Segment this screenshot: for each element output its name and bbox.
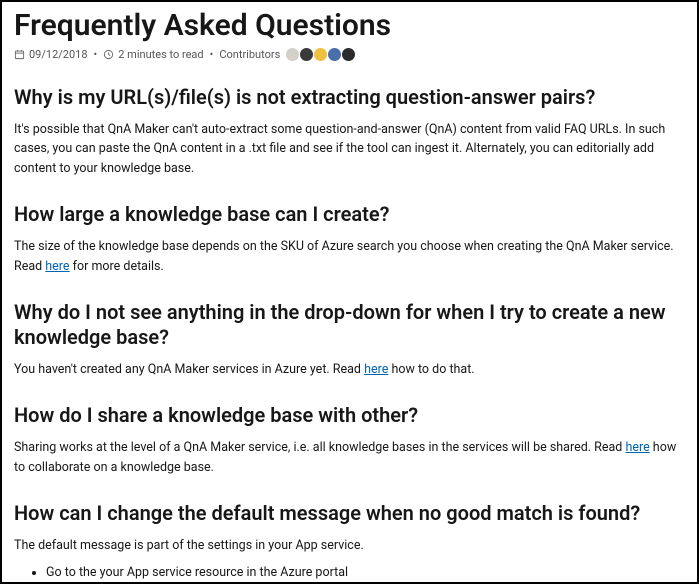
faq-item: Why do I not see anything in the drop-do… xyxy=(14,300,685,379)
meta-separator: • xyxy=(210,48,214,61)
meta-contributors-label: Contributors xyxy=(219,48,280,61)
calendar-icon xyxy=(14,49,25,60)
faq-steps-list: Go to the your App service resource in t… xyxy=(14,563,685,582)
faq-question: How can I change the default message whe… xyxy=(14,501,685,526)
faq-answer: You haven't created any QnA Maker servic… xyxy=(14,360,685,379)
clock-icon xyxy=(103,49,114,60)
meta-readtime: 2 minutes to read xyxy=(118,48,203,61)
page-metadata: 09/12/2018 • 2 minutes to read • Contrib… xyxy=(14,48,685,61)
faq-answer: The size of the knowledge base depends o… xyxy=(14,237,685,276)
faq-question: How do I share a knowledge base with oth… xyxy=(14,403,685,428)
faq-item: How do I share a knowledge base with oth… xyxy=(14,403,685,477)
faq-answer: The default message is part of the setti… xyxy=(14,536,685,555)
faq-question: Why do I not see anything in the drop-do… xyxy=(14,300,685,350)
avatar[interactable] xyxy=(328,48,341,61)
avatar[interactable] xyxy=(286,48,299,61)
link-here[interactable]: here xyxy=(625,440,649,455)
faq-answer: Sharing works at the level of a QnA Make… xyxy=(14,438,685,477)
meta-separator: • xyxy=(94,48,98,61)
link-here[interactable]: here xyxy=(45,259,69,274)
faq-item: Why is my URL(s)/file(s) is not extracti… xyxy=(14,85,685,178)
link-here[interactable]: here xyxy=(364,362,388,377)
avatar[interactable] xyxy=(314,48,327,61)
list-item: Go to the your App service resource in t… xyxy=(46,563,685,582)
avatar[interactable] xyxy=(342,48,355,61)
faq-item: How large a knowledge base can I create?… xyxy=(14,202,685,276)
avatar[interactable] xyxy=(300,48,313,61)
meta-date: 09/12/2018 xyxy=(29,48,88,61)
contributors-list xyxy=(286,48,355,61)
page-title: Frequently Asked Questions xyxy=(14,8,685,44)
faq-item: How can I change the default message whe… xyxy=(14,501,685,583)
faq-question: Why is my URL(s)/file(s) is not extracti… xyxy=(14,85,685,110)
faq-question: How large a knowledge base can I create? xyxy=(14,202,685,227)
faq-answer: It's possible that QnA Maker can't auto-… xyxy=(14,120,685,178)
